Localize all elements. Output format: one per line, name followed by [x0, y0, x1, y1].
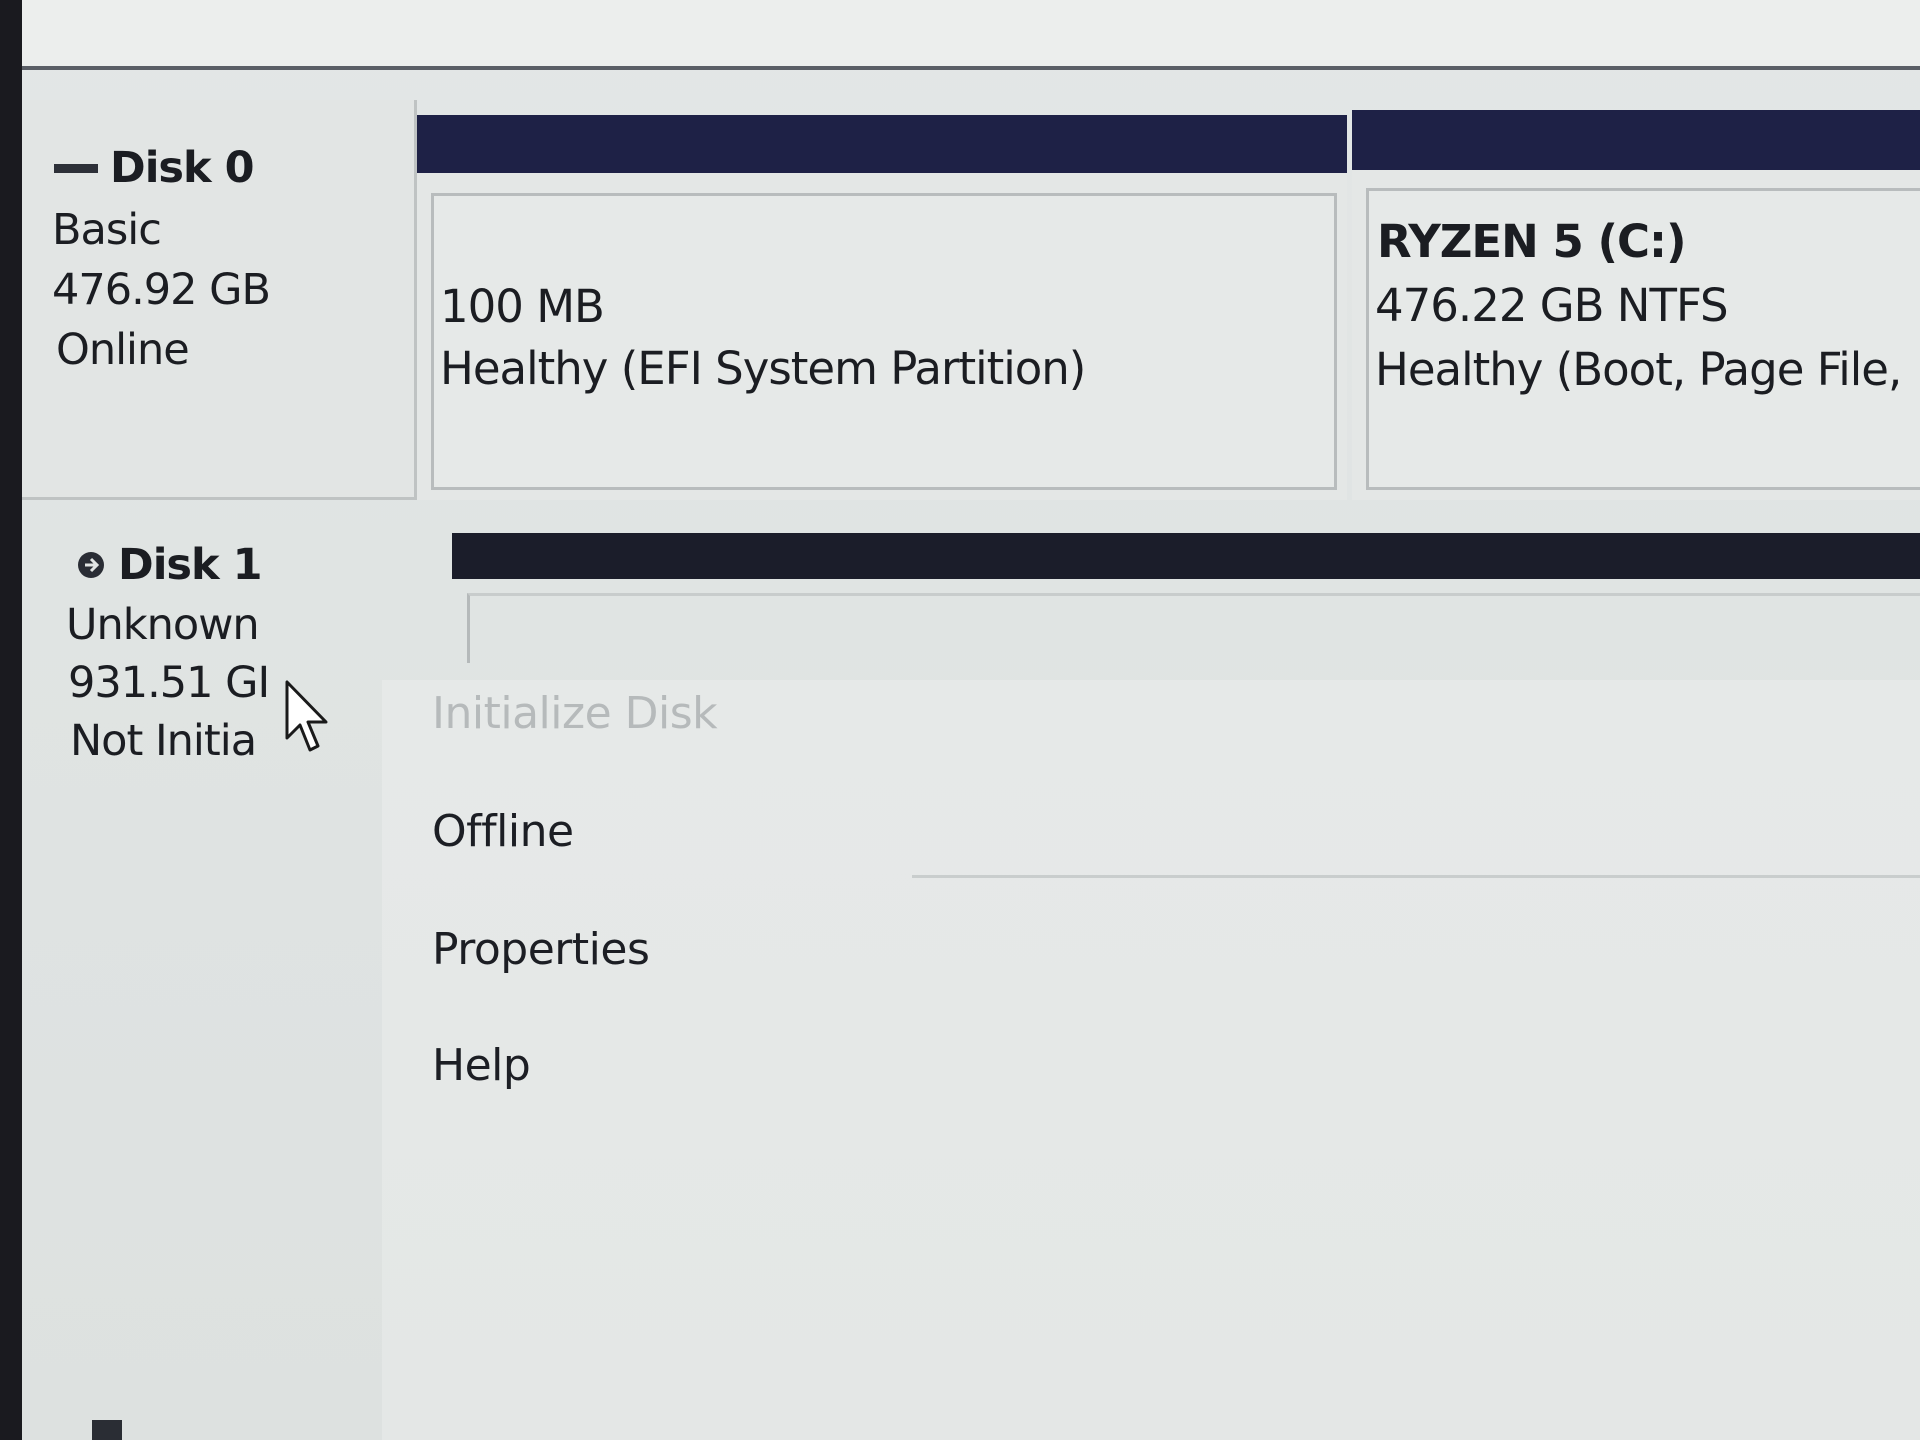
menu-item-properties[interactable]: Properties [420, 916, 661, 984]
partition-c-header [1352, 110, 1920, 170]
disk-management-window: Disk 0 Basic 476.92 GB Online 100 MB Hea… [22, 0, 1920, 1440]
menu-item-help[interactable]: Help [420, 1032, 542, 1100]
partition-efi-status: Healthy (EFI System Partition) [440, 342, 1086, 395]
legend-swatch [92, 1420, 122, 1440]
disk-circle-arrow-icon [74, 548, 108, 582]
unallocated-header [452, 533, 1920, 579]
pane-divider[interactable] [22, 66, 1920, 70]
photo-of-screen: Disk 0 Basic 476.92 GB Online 100 MB Hea… [0, 0, 1920, 1440]
disk-0-type: Basic [52, 205, 162, 255]
unallocated-region[interactable] [467, 593, 1920, 663]
mouse-pointer-icon [285, 680, 328, 752]
disk-0-status: Online [56, 325, 190, 375]
partition-c-name: RYZEN 5 (C:) [1377, 215, 1687, 268]
context-menu: Initialize Disk Offline Properties Help [382, 680, 1920, 1440]
partition-c-size: 476.22 GB NTFS [1375, 279, 1729, 332]
disk-0-title: Disk 0 [54, 138, 255, 198]
disk-1-title[interactable]: Disk 1 [74, 535, 263, 595]
menu-item-initialize-disk[interactable]: Initialize Disk [420, 680, 729, 748]
menu-item-offline[interactable]: Offline [420, 798, 586, 866]
partition-efi-header [417, 115, 1347, 173]
disk-0-info[interactable]: Disk 0 Basic 476.92 GB Online [22, 100, 417, 500]
disk-0-name: Disk 0 [110, 143, 255, 193]
disk-0-row: Disk 0 Basic 476.92 GB Online 100 MB Hea… [22, 100, 1920, 500]
partition-c[interactable]: RYZEN 5 (C:) 476.22 GB NTFS Healthy (Boo… [1352, 110, 1920, 500]
menu-separator [912, 875, 1920, 878]
disk-1-type: Unknown [66, 600, 260, 650]
disk-1-size: 931.51 GI [68, 658, 270, 708]
partition-c-status: Healthy (Boot, Page File, [1375, 343, 1902, 396]
disk-dash-icon [54, 163, 98, 173]
disk-0-size: 476.92 GB [52, 265, 271, 315]
volume-list-bottom [22, 0, 1920, 68]
partition-c-body: RYZEN 5 (C:) 476.22 GB NTFS Healthy (Boo… [1366, 188, 1920, 490]
partition-efi-size: 100 MB [440, 280, 605, 333]
partition-efi[interactable]: 100 MB Healthy (EFI System Partition) [417, 115, 1347, 500]
partition-efi-body: 100 MB Healthy (EFI System Partition) [431, 193, 1337, 490]
disk-1-name: Disk 1 [118, 540, 263, 590]
disk-1-status: Not Initia [70, 716, 257, 766]
